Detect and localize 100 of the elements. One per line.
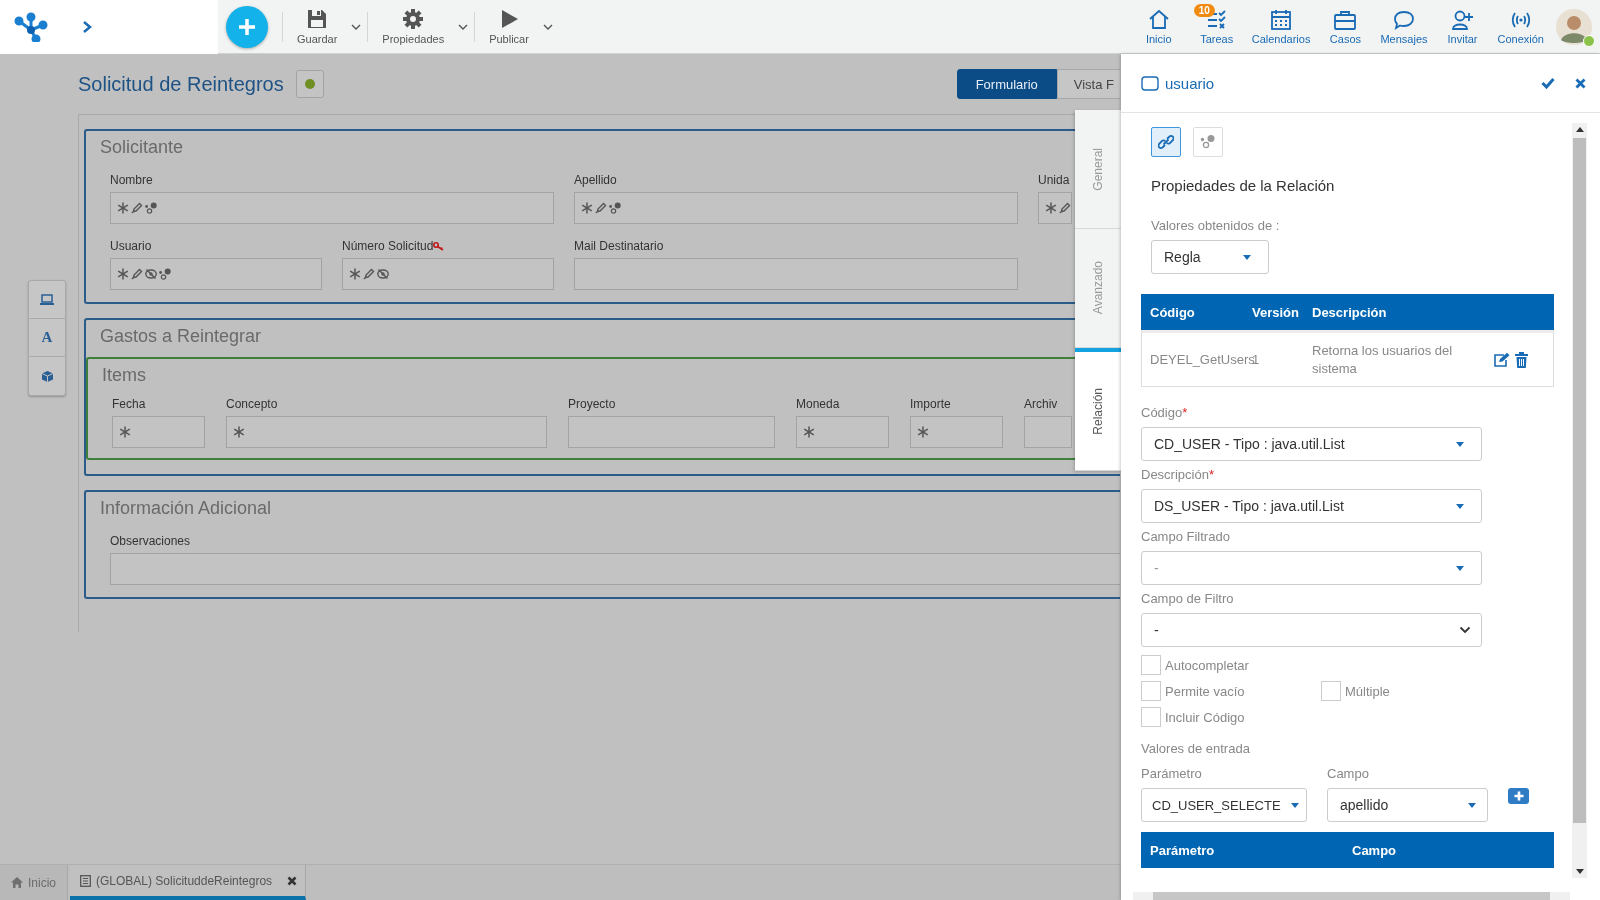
dropdown-field[interactable]: Regla [1151, 240, 1269, 274]
column-header: Campo [1352, 842, 1398, 858]
column-header: Código [1149, 304, 1196, 320]
arrow-up-icon[interactable] [1575, 127, 1584, 132]
input-field[interactable] [110, 258, 322, 290]
floppy-icon [306, 8, 329, 30]
checkbox[interactable] [1141, 655, 1161, 675]
input-field[interactable] [112, 416, 205, 448]
section-title: Gastos a Reintegrar [100, 326, 263, 347]
input-field[interactable] [568, 416, 775, 448]
input-field[interactable] [574, 192, 1018, 224]
checkbox[interactable] [1141, 681, 1161, 701]
toolbar-button[interactable]: Propiedades [368, 8, 453, 45]
check-icon[interactable] [1541, 77, 1555, 89]
scrollbar-thumb[interactable] [1573, 138, 1586, 823]
section-label: Valores de entrada [1141, 741, 1251, 756]
edit-icon[interactable] [1493, 351, 1511, 368]
caret-icon[interactable] [1242, 253, 1252, 261]
dropdown-field[interactable]: CD_USER - Tipo : java.util.List [1141, 427, 1482, 461]
input-field[interactable] [110, 192, 554, 224]
chevron-down-icon[interactable] [1459, 626, 1471, 634]
close-icon[interactable] [1575, 77, 1586, 89]
link-icon [1158, 134, 1174, 150]
input-field[interactable] [1024, 416, 1072, 448]
subsection-title: Items [102, 365, 147, 386]
field-label: Fecha [112, 397, 146, 411]
gear-icon [402, 8, 425, 30]
arrow-down-icon[interactable] [1575, 869, 1584, 874]
nav-button[interactable]: Inicio [1135, 8, 1182, 45]
caret-icon[interactable] [351, 22, 362, 31]
user-plus-icon [1450, 8, 1475, 32]
field-label: Proyecto [568, 397, 616, 411]
logo-icon [14, 11, 48, 42]
input-field[interactable] [574, 258, 1018, 290]
input-field[interactable] [1038, 192, 1072, 224]
input-field[interactable] [342, 258, 554, 290]
status-button[interactable] [295, 70, 324, 98]
dropdown-field[interactable]: CD_USER_SELECTE [1141, 788, 1307, 822]
field-label: Unida [1038, 173, 1070, 187]
input-field[interactable] [110, 553, 1120, 585]
field-label: Apellido [574, 173, 617, 187]
checkbox[interactable] [1141, 707, 1161, 727]
dropdown-field[interactable]: apellido [1327, 788, 1488, 822]
field-label: Archiv [1024, 397, 1058, 411]
bottom-tab[interactable]: (GLOBAL) SolicituddeReintegros [70, 865, 307, 900]
caret-icon[interactable] [1455, 440, 1465, 448]
dropdown-field[interactable]: DS_USER - Tipo : java.util.List [1141, 489, 1482, 523]
nav-button[interactable]: Conexión [1497, 8, 1544, 45]
scrollbar[interactable] [1572, 123, 1587, 878]
toolbar-button[interactable]: Publicar [475, 8, 537, 45]
required-mark: * [1208, 467, 1214, 482]
field-label: Valores obtenidos de : [1151, 218, 1281, 233]
dropdown-field[interactable]: - [1141, 613, 1482, 647]
nav-button[interactable]: Mensajes [1380, 8, 1428, 45]
input-field[interactable] [796, 416, 889, 448]
add-button[interactable] [1508, 788, 1529, 804]
field-label: Nombre [110, 173, 153, 187]
caret-icon[interactable] [542, 22, 553, 31]
bottom-tab[interactable]: Inicio [0, 865, 68, 900]
field-label: Código [1141, 405, 1183, 420]
caret-icon[interactable] [1455, 564, 1465, 572]
avatar[interactable] [1556, 8, 1592, 45]
cube-icon [40, 369, 54, 383]
add-button[interactable] [226, 5, 268, 48]
side-tab[interactable]: General [1075, 110, 1121, 229]
field-label: Importe [910, 397, 951, 411]
checkbox-label: Autocompletar [1165, 657, 1249, 673]
input-field[interactable] [910, 416, 1003, 448]
toolbar-button[interactable]: Guardar [283, 8, 346, 45]
field-label: Mail Destinatario [574, 239, 664, 253]
side-tab[interactable]: Avanzado [1075, 229, 1121, 348]
column-header: Parámetro [1149, 842, 1216, 858]
nav-button[interactable]: Casos [1322, 8, 1369, 45]
close-icon[interactable] [287, 875, 298, 886]
document-icon [80, 874, 91, 887]
caret-icon[interactable] [1455, 502, 1465, 510]
laptop-icon [40, 293, 54, 306]
field-label: Usuario [110, 239, 152, 253]
calendar-icon [1269, 8, 1294, 32]
dot-icon [304, 79, 315, 89]
nav-button[interactable]: Invitar [1439, 8, 1486, 45]
caret-icon[interactable] [1290, 801, 1300, 809]
view-tab[interactable]: Formulario [956, 69, 1057, 99]
caret-icon[interactable] [458, 22, 469, 31]
square-icon [1141, 75, 1159, 91]
field-label: Campo de Filtro [1141, 591, 1234, 606]
mode-button[interactable] [1151, 127, 1181, 157]
dropdown-field[interactable]: - [1141, 551, 1482, 585]
chat-bubble-icon [1391, 8, 1416, 32]
trash-icon[interactable] [1515, 351, 1528, 368]
checkbox[interactable] [1321, 681, 1341, 701]
input-field[interactable] [226, 416, 547, 448]
nav-button[interactable]: Calendarios [1251, 8, 1311, 45]
caret-icon[interactable] [1467, 801, 1477, 809]
side-tab[interactable]: Relación [1075, 348, 1121, 471]
text-tool-button[interactable]: A [29, 319, 65, 357]
field-label: Parámetro [1141, 766, 1203, 781]
column-header: Descripción [1312, 304, 1388, 320]
view-tab[interactable]: Vista F [1056, 69, 1120, 99]
chevron-right-icon[interactable] [82, 19, 92, 34]
